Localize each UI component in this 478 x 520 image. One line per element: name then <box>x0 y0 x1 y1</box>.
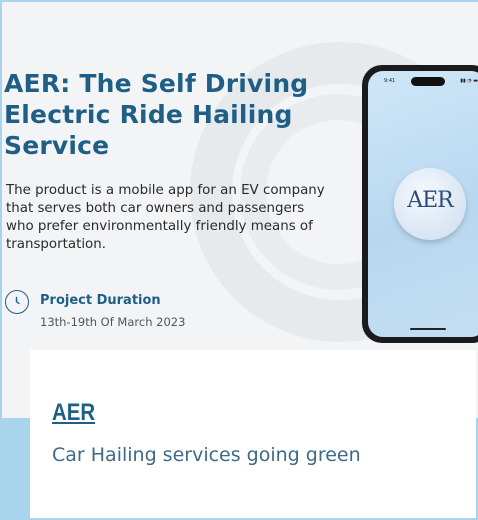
app-logo: AER <box>394 168 466 240</box>
project-card: AER Car Hailing services going green <box>30 350 476 518</box>
project-duration-label: Project Duration <box>40 293 161 308</box>
phone-screen: 9:41 ▮▮ ◔ ▬ AER <box>368 71 478 337</box>
product-description: The product is a mobile app for an EV co… <box>6 183 325 252</box>
status-time: 9:41 <box>384 78 396 84</box>
status-icons: ▮▮ ◔ ▬ <box>460 78 478 84</box>
page-title: AER: The Self Driving Electric Ride Hail… <box>4 69 309 160</box>
phone-mockup: 9:41 ▮▮ ◔ ▬ AER <box>362 65 478 343</box>
card-title-link[interactable]: AER <box>52 399 95 427</box>
clock-icon <box>5 290 29 314</box>
dynamic-island <box>411 77 445 86</box>
card-subtitle: Car Hailing services going green <box>52 444 361 466</box>
project-duration-value: 13th-19th Of March 2023 <box>40 315 186 329</box>
home-indicator <box>410 328 446 330</box>
app-logo-text: AER <box>407 188 454 213</box>
